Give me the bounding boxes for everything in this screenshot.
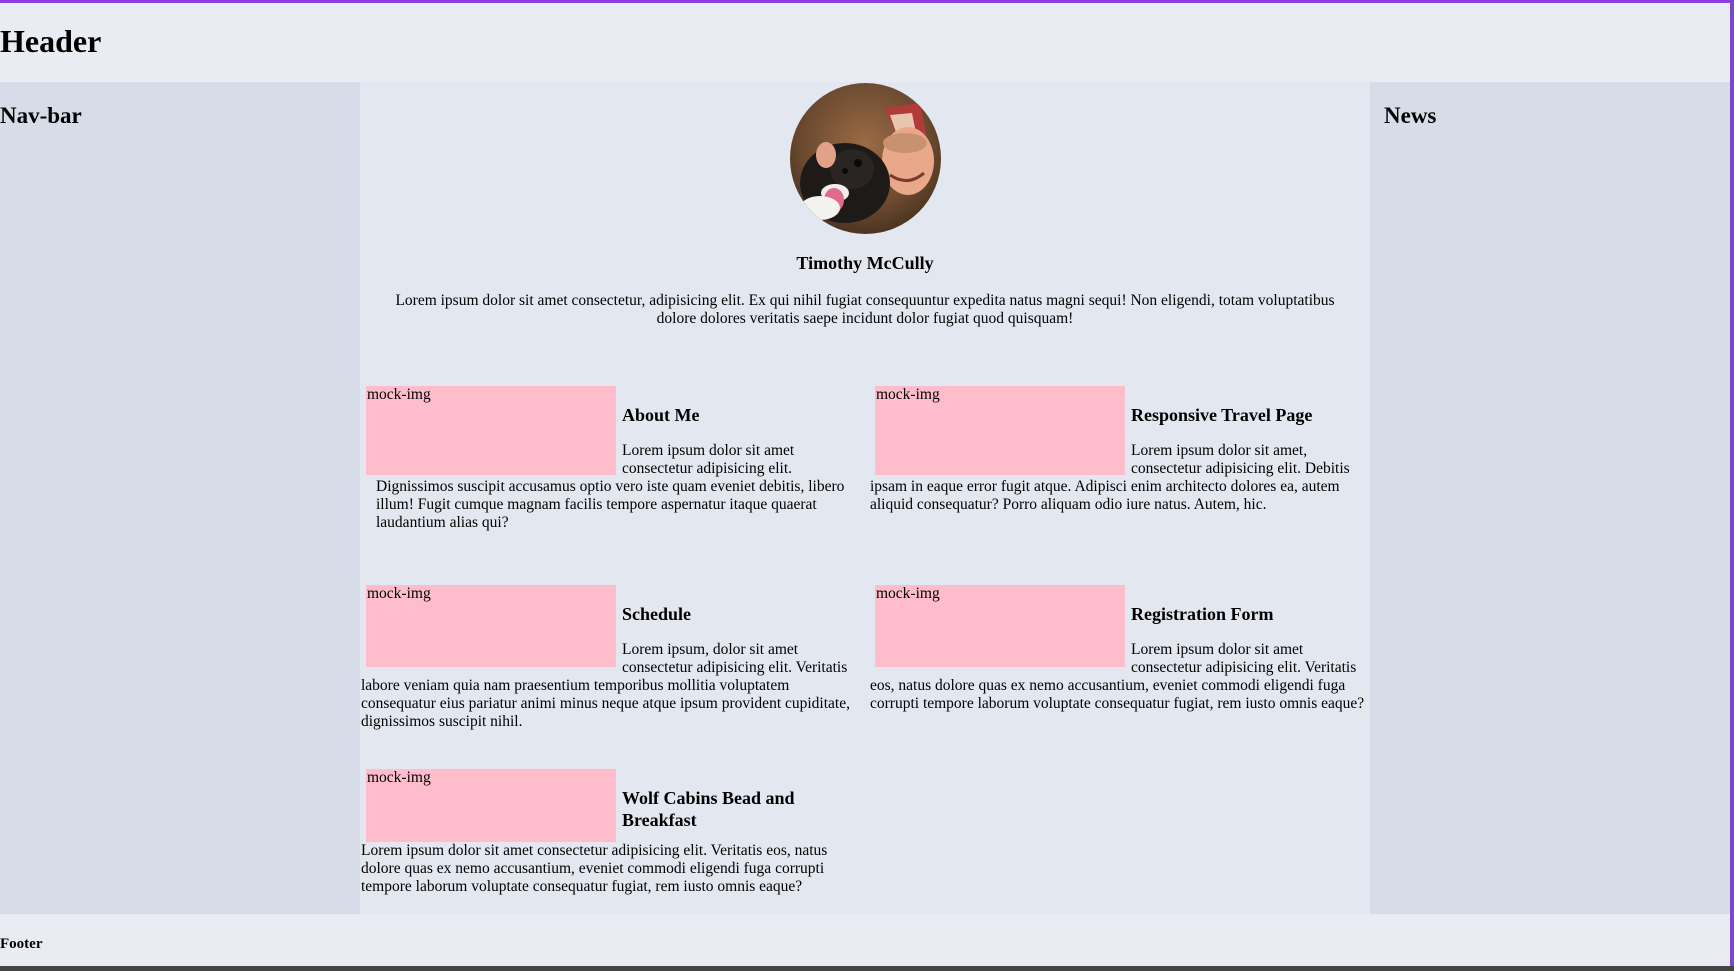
card-image-label: mock-img [367,386,431,403]
project-card-about-me[interactable]: mock-img About Me Lorem ipsum dolor sit … [361,386,866,532]
profile-photo [790,83,941,234]
footer-text: Footer [0,936,43,952]
profile-bio: Lorem ipsum dolor sit amet consectetur, … [395,292,1335,327]
window-bottom-border [0,966,1734,971]
header-title: Header [0,23,102,59]
profile-avatar [790,83,941,234]
nav-bar-title: Nav-bar [0,103,82,128]
card-text: Lorem ipsum dolor sit amet consectetur a… [361,842,828,895]
news-panel: News [1370,82,1730,914]
project-card-schedule[interactable]: mock-img Schedule Lorem ipsum, dolor sit… [361,585,866,731]
card-image-placeholder: mock-img [875,585,1125,667]
nav-bar: Nav-bar [0,82,360,914]
card-image-label: mock-img [367,585,431,602]
card-text: Dignissimos suscipit accusamus optio ver… [376,478,845,531]
main-content: Timothy McCully Lorem ipsum dolor sit am… [360,82,1370,914]
profile-name: Timothy McCully [796,253,934,273]
card-image-placeholder: mock-img [366,585,616,667]
card-image-placeholder: mock-img [875,386,1125,475]
card-image-placeholder: mock-img [366,386,616,475]
card-image-label: mock-img [367,769,431,786]
project-card-wolf-cabins[interactable]: mock-img Wolf Cabins Bead and Breakfast … [361,769,856,896]
card-image-label: mock-img [876,585,940,602]
card-image-label: mock-img [876,386,940,403]
news-title: News [1384,103,1437,128]
project-card-registration-form[interactable]: mock-img Registration Form Lorem ipsum d… [870,585,1370,713]
site-footer: Footer [0,914,1730,966]
site-header: Header [0,3,1730,82]
window-right-border [1730,0,1734,971]
card-image-placeholder: mock-img [366,769,616,842]
project-card-responsive-travel-page[interactable]: mock-img Responsive Travel Page Lorem ip… [870,386,1370,514]
